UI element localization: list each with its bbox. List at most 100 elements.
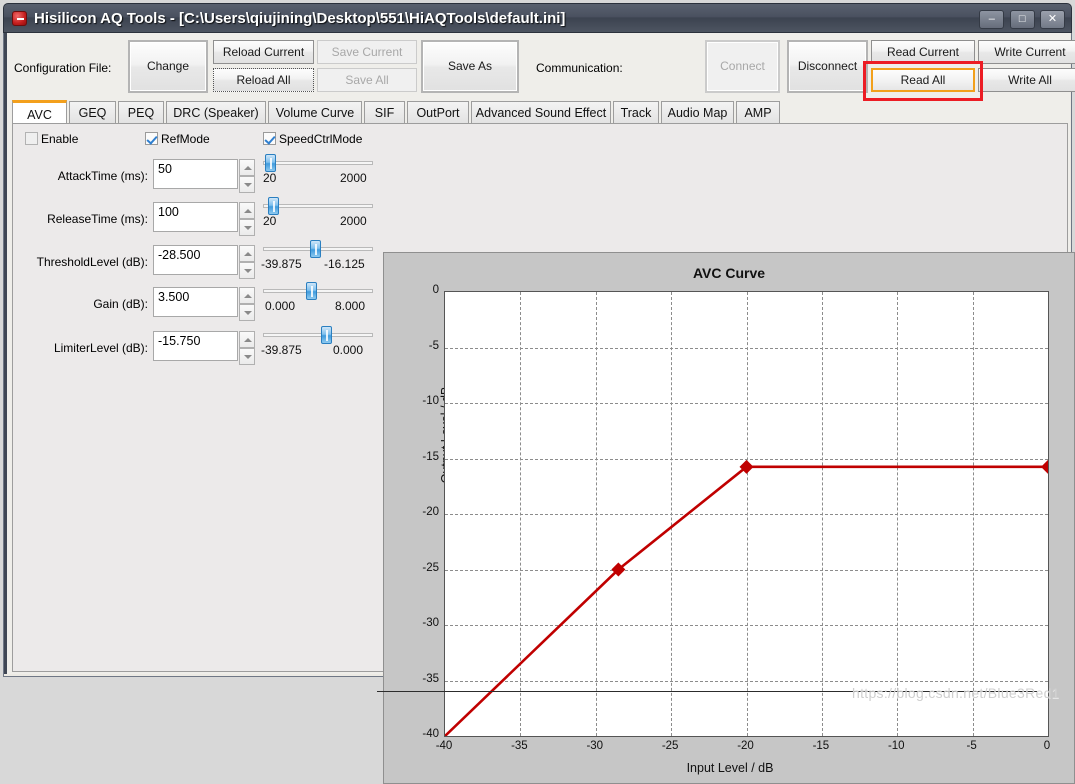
- attacktime-slider-thumb[interactable]: [265, 154, 276, 172]
- close-button[interactable]: ✕: [1040, 10, 1065, 29]
- chart-series-layer: [445, 459, 1048, 736]
- gain-spinner-down[interactable]: [239, 304, 255, 321]
- gain-min: 0.000: [265, 299, 296, 313]
- tab-bar: AVC GEQ PEQ DRC (Speaker) Volume Curve S…: [12, 100, 1068, 125]
- window-body: Configuration File: Change Reload Curren…: [3, 33, 1075, 784]
- attacktime-input[interactable]: 50: [153, 159, 238, 189]
- title-bar: Hisilicon AQ Tools - [C:\Users\qiujining…: [3, 3, 1072, 33]
- avc-tab-panel: Enable RefMode SpeedCtrlMode AttackTime …: [12, 123, 1075, 784]
- chart-x-tick: -20: [737, 740, 754, 752]
- limiterlevel-slider-track[interactable]: [263, 333, 373, 337]
- tab-audio-map[interactable]: Audio Map: [661, 101, 734, 124]
- chart-y-tick: -35: [422, 672, 439, 685]
- attacktime-spinner-up[interactable]: [239, 159, 255, 176]
- save-current-button: Save Current: [317, 40, 417, 64]
- change-button[interactable]: Change: [128, 40, 208, 93]
- gain-spinner[interactable]: [239, 287, 255, 321]
- releasetime-label: ReleaseTime (ms):: [47, 212, 148, 226]
- toolbar: Configuration File: Change Reload Curren…: [7, 35, 1075, 101]
- gain-max: 8.000: [335, 299, 366, 313]
- attacktime-max: 2000: [340, 171, 367, 185]
- minimize-button[interactable]: –: [979, 10, 1005, 29]
- speedctrlmode-label: SpeedCtrlMode: [279, 132, 363, 146]
- refmode-label: RefMode: [161, 132, 210, 146]
- thresholdlevel-spinner-down[interactable]: [239, 262, 255, 279]
- watermark: https://blog.csdn.net/Blue3Red1: [852, 685, 1060, 701]
- enable-label: Enable: [41, 132, 79, 146]
- application-window: Hisilicon AQ Tools - [C:\Users\qiujining…: [0, 0, 1075, 784]
- tab-sif[interactable]: SIF: [364, 101, 405, 124]
- attacktime-label: AttackTime (ms):: [57, 169, 148, 183]
- attacktime-spinner[interactable]: [239, 159, 255, 193]
- read-all-annotation-box: [863, 61, 983, 101]
- gain-input[interactable]: 3.500: [153, 287, 238, 317]
- chart-x-axis-label: Input Level / dB: [686, 761, 774, 775]
- thresholdlevel-slider-thumb[interactable]: [310, 240, 321, 258]
- chart-y-tick: -15: [422, 450, 439, 463]
- chart-x-tick: -5: [966, 740, 977, 752]
- tab-avc[interactable]: AVC: [12, 100, 67, 125]
- tab-advanced-sound-effect[interactable]: Advanced Sound Effect: [471, 101, 611, 124]
- write-all-button[interactable]: Write All: [978, 68, 1075, 92]
- save-all-button: Save All: [317, 68, 417, 92]
- refmode-checkbox[interactable]: [145, 132, 158, 145]
- tab-geq[interactable]: GEQ: [69, 101, 116, 124]
- thresholdlevel-spinner[interactable]: [239, 245, 255, 279]
- tab-peq[interactable]: PEQ: [118, 101, 164, 124]
- releasetime-slider-thumb[interactable]: [268, 197, 279, 215]
- avc-curve-chart: AVC Curve Output Level / dB Input Level …: [383, 252, 1075, 784]
- thresholdlevel-min: -39.875: [261, 257, 302, 271]
- attacktime-min: 20: [263, 171, 277, 185]
- releasetime-spinner[interactable]: [239, 202, 255, 236]
- save-as-button[interactable]: Save As: [421, 40, 519, 93]
- chart-x-tick: -30: [586, 740, 604, 752]
- thresholdlevel-input[interactable]: -28.500: [153, 245, 238, 275]
- window-title: Hisilicon AQ Tools - [C:\Users\qiujining…: [34, 10, 566, 27]
- limiterlevel-spinner-down[interactable]: [239, 348, 255, 365]
- app-icon: [12, 11, 27, 26]
- chart-y-tick: -10: [422, 395, 439, 407]
- limiterlevel-input[interactable]: -15.750: [153, 331, 238, 361]
- chart-x-tick: -15: [812, 740, 830, 752]
- gain-spinner-up[interactable]: [239, 287, 255, 304]
- chart-y-tick: -40: [422, 728, 439, 740]
- communication-label: Communication:: [536, 61, 623, 75]
- limiterlevel-label: LimiterLevel (dB):: [53, 341, 148, 355]
- tab-outport[interactable]: OutPort: [407, 101, 469, 124]
- releasetime-min: 20: [263, 214, 277, 228]
- reload-current-button[interactable]: Reload Current: [213, 40, 314, 64]
- enable-checkbox[interactable]: [25, 132, 38, 145]
- chart-y-tick: -5: [428, 339, 439, 352]
- maximize-button[interactable]: □: [1009, 10, 1035, 29]
- releasetime-max: 2000: [340, 214, 367, 228]
- gain-slider-thumb[interactable]: [306, 282, 317, 300]
- window-controls: – □ ✕: [977, 10, 1065, 29]
- releasetime-spinner-down[interactable]: [239, 219, 255, 236]
- chart-y-tick: -30: [422, 617, 439, 629]
- chart-x-tick: -25: [661, 740, 679, 752]
- limiterlevel-min: -39.875: [261, 343, 302, 357]
- attacktime-slider-track[interactable]: [263, 161, 373, 165]
- limiterlevel-max: 0.000: [333, 343, 364, 357]
- reload-all-button[interactable]: Reload All: [213, 68, 314, 92]
- disconnect-button[interactable]: Disconnect: [787, 40, 868, 93]
- tab-volume-curve[interactable]: Volume Curve: [268, 101, 362, 124]
- releasetime-slider-track[interactable]: [263, 204, 373, 208]
- chart-data-marker[interactable]: [1041, 459, 1048, 474]
- chart-x-tick: -40: [435, 740, 453, 752]
- limiterlevel-spinner-up[interactable]: [239, 331, 255, 348]
- tab-track[interactable]: Track: [613, 101, 659, 124]
- releasetime-spinner-up[interactable]: [239, 202, 255, 219]
- gain-slider-track[interactable]: [263, 289, 373, 293]
- write-current-button[interactable]: Write Current: [978, 40, 1075, 64]
- chart-x-tick: -10: [887, 740, 905, 752]
- limiterlevel-slider-thumb[interactable]: [321, 326, 332, 344]
- speedctrlmode-checkbox[interactable]: [263, 132, 276, 145]
- attacktime-spinner-down[interactable]: [239, 176, 255, 193]
- limiterlevel-spinner[interactable]: [239, 331, 255, 365]
- tab-drc-speaker[interactable]: DRC (Speaker): [166, 101, 266, 124]
- gain-label: Gain (dB):: [93, 297, 148, 311]
- releasetime-input[interactable]: 100: [153, 202, 238, 232]
- thresholdlevel-spinner-up[interactable]: [239, 245, 255, 262]
- tab-amp[interactable]: AMP: [736, 101, 780, 124]
